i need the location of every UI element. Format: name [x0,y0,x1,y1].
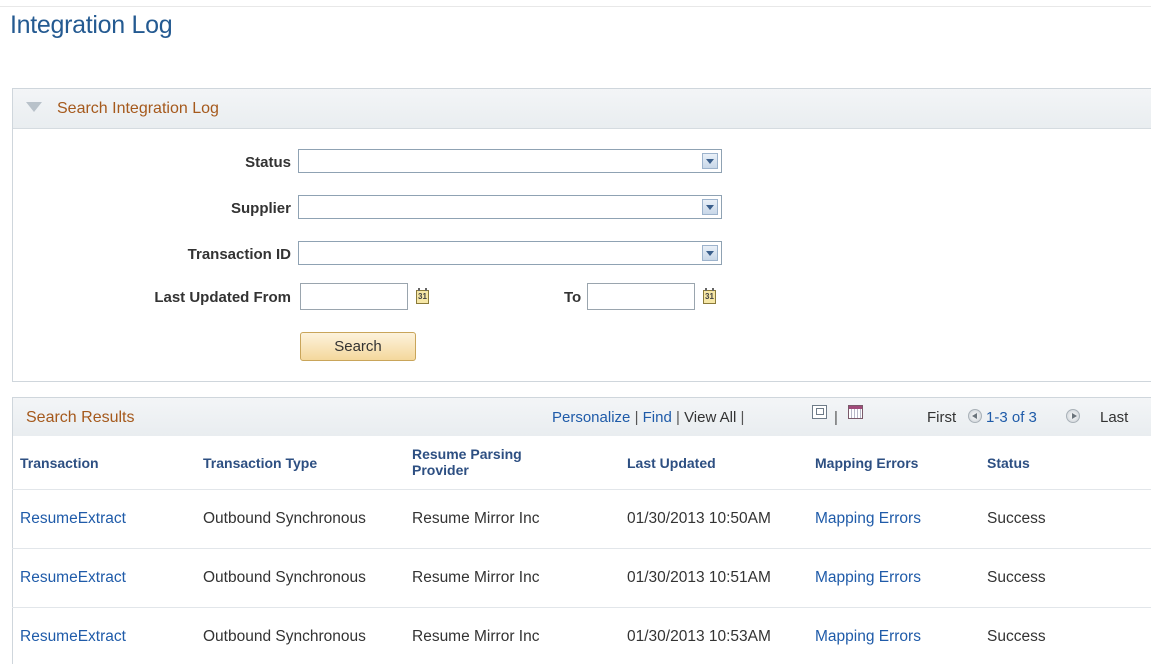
col-header-mapping-errors[interactable]: Mapping Errors [815,455,918,471]
chevron-down-icon[interactable] [702,153,718,169]
next-icon[interactable] [1066,409,1080,423]
status-select[interactable] [298,149,722,173]
mapping-errors-link[interactable]: Mapping Errors [815,628,921,646]
transaction-link[interactable]: ResumeExtract [20,569,126,587]
calendar-icon[interactable]: 31 [703,288,716,304]
transaction-id-label: Transaction ID [187,246,291,263]
status-cell: Success [987,569,1046,586]
personalize-link[interactable]: Personalize [552,409,630,426]
mapping-errors-link[interactable]: Mapping Errors [815,510,921,528]
last-updated-cell: 01/30/2013 10:51AM [627,569,771,586]
col-header-transaction[interactable]: Transaction [20,455,99,471]
first-label[interactable]: First [927,409,956,426]
transaction-type-cell: Outbound Synchronous [203,510,366,527]
collapse-triangle-icon[interactable] [26,102,42,112]
calendar-icon[interactable]: 31 [416,288,429,304]
to-label: To [564,289,582,306]
provider-cell: Resume Mirror Inc [412,628,540,645]
supplier-label: Supplier [230,200,291,217]
search-section: Search Integration Log [12,88,1151,382]
status-cell: Success [987,628,1046,645]
last-updated-from-label: Last Updated From [154,289,291,306]
view-all-link[interactable]: View All [684,409,736,426]
search-section-header[interactable]: Search Integration Log [13,89,1151,129]
previous-icon[interactable] [968,409,982,423]
page-title: Integration Log [10,11,173,39]
results-title: Search Results [26,409,135,426]
top-divider [0,6,1151,7]
search-button[interactable]: Search [300,332,416,361]
download-grid-icon[interactable] [848,405,863,419]
status-cell: Success [987,510,1046,527]
search-section-title[interactable]: Search Integration Log [57,100,219,118]
grid-toolbar: Personalize | Find | View All | [552,409,745,426]
supplier-select[interactable] [298,195,722,219]
last-updated-from-input[interactable] [300,283,408,310]
col-header-status[interactable]: Status [987,455,1030,471]
last-label[interactable]: Last [1100,409,1128,426]
provider-cell: Resume Mirror Inc [412,510,540,527]
chevron-down-icon[interactable] [702,245,718,261]
chevron-down-icon[interactable] [702,199,718,215]
transaction-type-cell: Outbound Synchronous [203,569,366,586]
last-updated-cell: 01/30/2013 10:50AM [627,510,771,527]
zoom-icon[interactable] [812,405,827,419]
to-date-input[interactable] [587,283,695,310]
status-label: Status [245,154,291,171]
col-header-transaction-type[interactable]: Transaction Type [203,455,317,471]
transaction-id-select[interactable] [298,241,722,265]
last-updated-cell: 01/30/2013 10:53AM [627,628,771,645]
col-header-last-updated[interactable]: Last Updated [627,455,716,471]
transaction-link[interactable]: ResumeExtract [20,510,126,528]
mapping-errors-link[interactable]: Mapping Errors [815,569,921,587]
results-section: Search Results [12,397,1151,664]
provider-cell: Resume Mirror Inc [412,569,540,586]
col-header-provider[interactable]: Resume Parsing Provider [412,446,582,478]
page-range: 1-3 of 3 [986,409,1037,426]
transaction-link[interactable]: ResumeExtract [20,628,126,646]
transaction-type-cell: Outbound Synchronous [203,628,366,645]
find-link[interactable]: Find [643,409,672,426]
